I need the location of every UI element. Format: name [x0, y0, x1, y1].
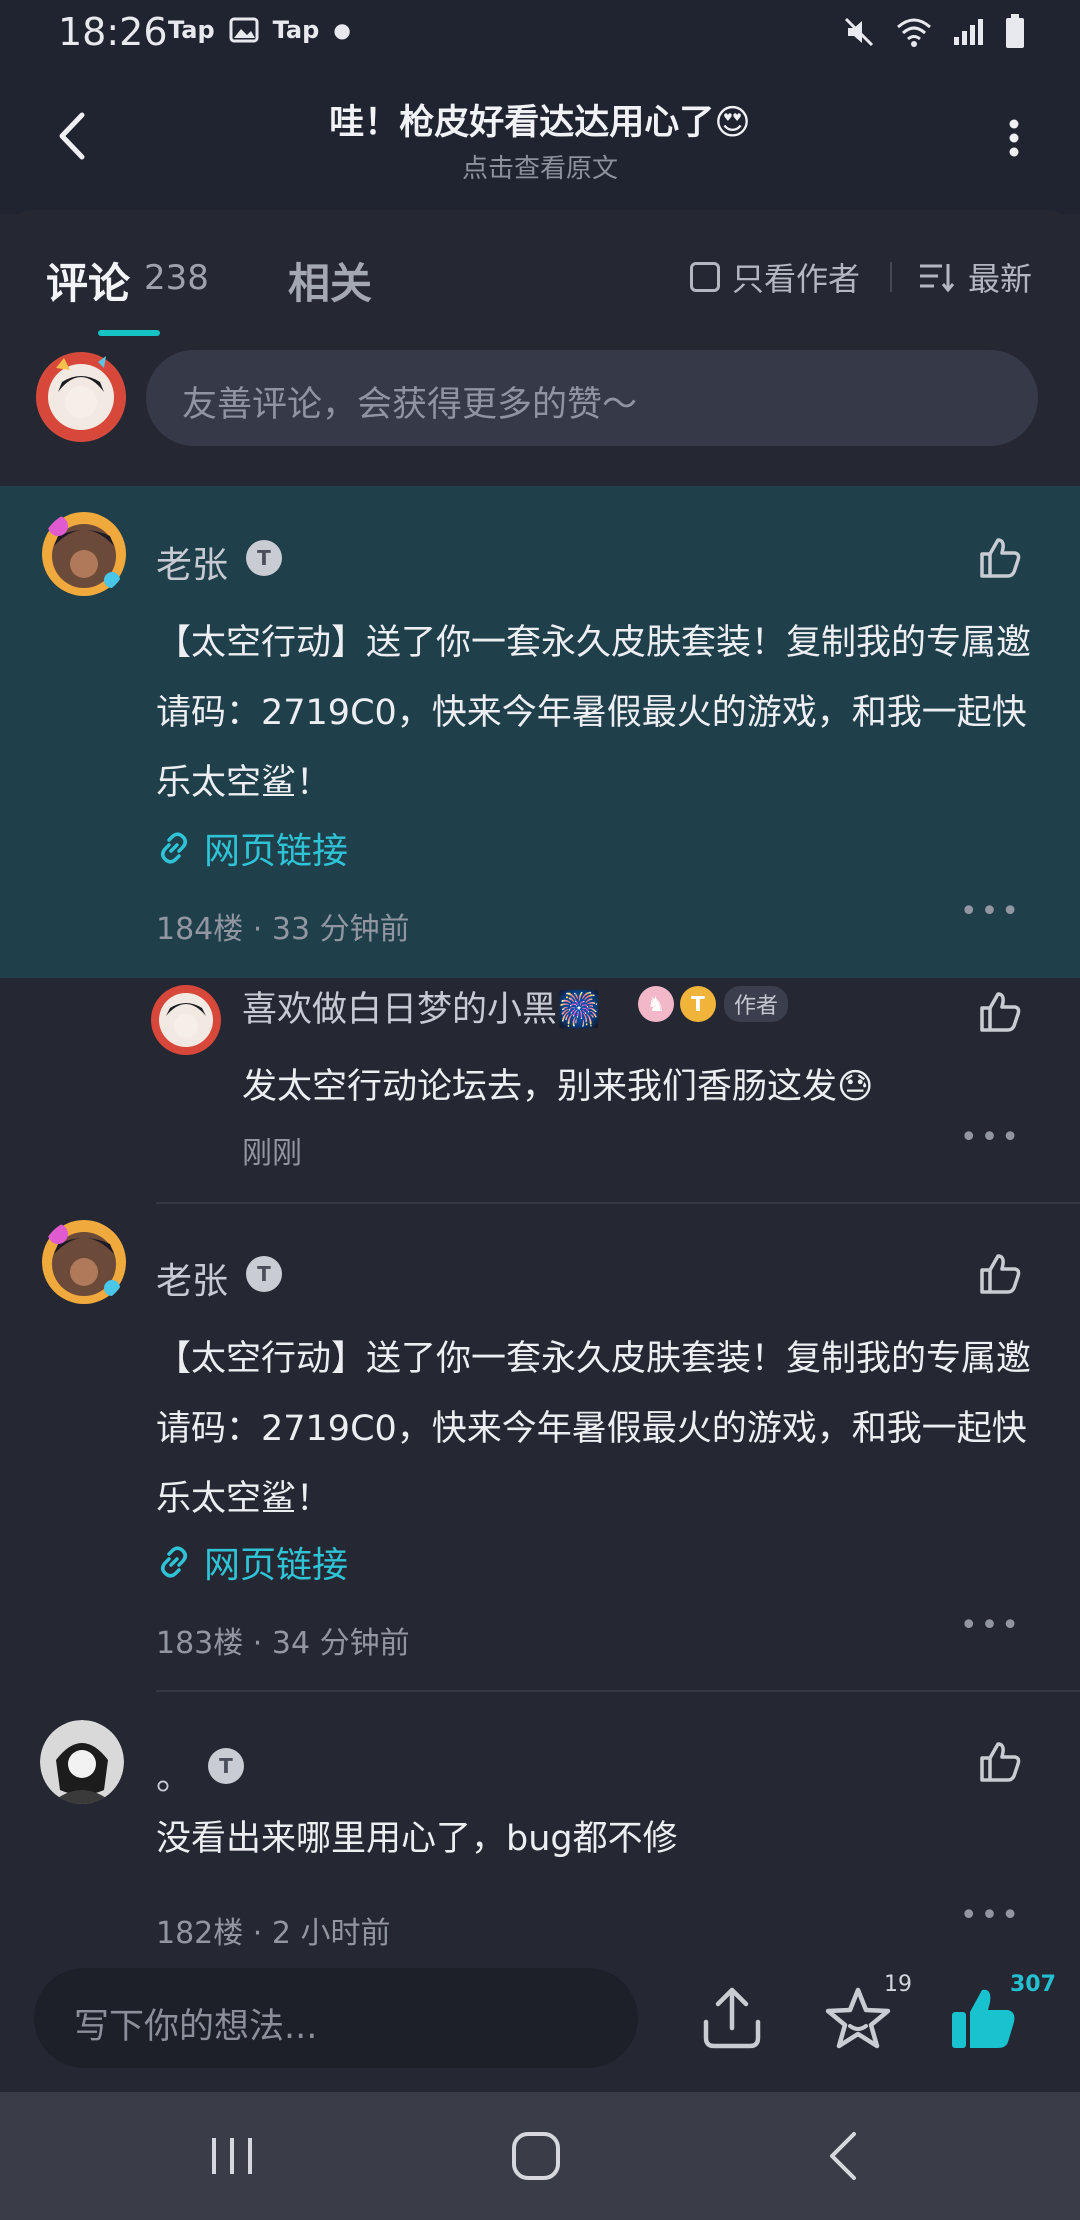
comment-more-button[interactable]: •••	[960, 894, 1022, 929]
back-icon	[59, 112, 85, 160]
home-icon[interactable]	[506, 2126, 566, 2186]
sort-label: 最新	[968, 260, 1033, 298]
avatar[interactable]	[40, 1720, 124, 1804]
like-count: 307	[1010, 1972, 1056, 1997]
active-tab-indicator	[98, 330, 160, 336]
comment-item[interactable]: 老张 T 【太空行动】送了你一套永久皮肤套装！复制我的专属邀请码：2719C0，…	[0, 1204, 1080, 1692]
username[interactable]: 老张	[156, 1252, 228, 1304]
web-link-label: 网页链接	[204, 831, 349, 872]
username[interactable]: 。	[156, 1748, 192, 1800]
comment-text: 【太空行动】送了你一套永久皮肤套装！复制我的专属邀请码：2719C0，快来今年暑…	[156, 1339, 1032, 1519]
my-avatar[interactable]	[36, 352, 126, 442]
link-icon	[161, 1546, 187, 1578]
status-bar: 18:26 Tap Tap ●	[0, 0, 1080, 64]
favorite-count: 19	[884, 1972, 912, 1997]
like-icon[interactable]	[976, 988, 1024, 1036]
web-link-label: 网页链接	[204, 1545, 349, 1586]
bottom-action-bar: 写下你的想法... 19 307	[0, 1952, 1080, 2090]
level-badge: T	[208, 1748, 244, 1784]
comment-item[interactable]: 。 T 没看出来哪里用心了，bug都不修 182楼 · 2 小时前 •••	[0, 1692, 1080, 1952]
wifi-icon	[897, 18, 931, 47]
reply-input[interactable]: 写下你的想法...	[34, 1968, 638, 2068]
status-time: 18:26	[58, 10, 168, 54]
sort-icon	[920, 264, 955, 293]
post-comments-page: 18:26 Tap Tap ● 哇！枪皮好看达达用心了😍 点击查看原文 评论 2…	[0, 0, 1080, 2220]
status-notification-icons: Tap Tap ●	[168, 16, 351, 44]
reply-text: 发太空行动论坛去，别来我们香肠这发😓	[242, 1067, 874, 1107]
reply-avatar[interactable]	[150, 984, 222, 1056]
system-status-icons	[842, 14, 1026, 50]
reply-input-placeholder: 写下你的想法...	[74, 2007, 318, 2047]
avatar[interactable]	[40, 1218, 128, 1306]
dot-icon: ●	[333, 18, 351, 42]
divider	[890, 262, 892, 292]
comment-more-button[interactable]: •••	[960, 1898, 1022, 1933]
comment-meta: 183楼 · 34 分钟前	[156, 1626, 410, 1661]
link-icon	[161, 832, 187, 864]
comment-input[interactable]: 友善评论，会获得更多的赞～	[146, 350, 1038, 446]
tab-comments[interactable]: 评论	[46, 250, 130, 311]
more-icon	[1009, 119, 1019, 157]
level-badge: T	[246, 1256, 282, 1292]
comment-item[interactable]: 老张 T 【太空行动】送了你一套永久皮肤套装！复制我的专属邀请码：2719C0，…	[0, 486, 1080, 978]
tab-related[interactable]: 相关	[288, 250, 372, 311]
web-link[interactable]: 网页链接	[156, 1536, 348, 1588]
system-navigation-bar	[0, 2092, 1080, 2220]
like-icon[interactable]	[976, 1738, 1024, 1786]
author-tag: 作者	[724, 986, 789, 1022]
tap-app-icon: Tap	[168, 16, 215, 44]
reply-item[interactable]: 喜欢做白日梦的小黑🎆 ♞ T 作者 发太空行动论坛去，别来我们香肠这发😓 刚刚 …	[0, 978, 1080, 1204]
comment-count: 238	[144, 258, 209, 298]
post-header: 哇！枪皮好看达达用心了😍 点击查看原文	[0, 64, 1080, 214]
image-icon	[229, 17, 259, 43]
comment-more-button[interactable]: •••	[960, 1608, 1022, 1643]
back-button[interactable]	[40, 104, 104, 168]
mute-icon	[844, 17, 874, 47]
tap-app-icon: Tap	[272, 16, 320, 44]
reply-more-button[interactable]: •••	[960, 1120, 1022, 1155]
comment-meta: 182楼 · 2 小时前	[156, 1916, 391, 1951]
avatar[interactable]	[40, 510, 128, 598]
signal-icon	[954, 19, 983, 45]
view-original-link[interactable]: 点击查看原文	[160, 148, 920, 185]
more-options-button[interactable]	[984, 108, 1044, 168]
reply-username[interactable]: 喜欢做白日梦的小黑🎆	[242, 981, 601, 1032]
recents-icon[interactable]	[204, 2126, 264, 2186]
post-title[interactable]: 哇！枪皮好看达达用心了😍	[160, 94, 920, 145]
reply-level-badge: T	[680, 986, 716, 1022]
comment-text: 【太空行动】送了你一套永久皮肤套装！复制我的专属邀请码：2719C0，快来今年暑…	[156, 623, 1032, 803]
battery-icon	[1006, 14, 1024, 48]
comment-meta: 184楼 · 33 分钟前	[156, 912, 410, 947]
author-only-label: 只看作者	[732, 260, 861, 298]
level-badge: T	[246, 540, 282, 576]
nav-back-icon[interactable]	[814, 2126, 874, 2186]
reply-badge-icon: ♞	[638, 986, 674, 1022]
author-only-checkbox[interactable]	[690, 262, 720, 292]
comment-section-header: 评论 238 相关 只看作者 最新 友善评论，会获得更多的赞～	[0, 210, 1080, 490]
comment-text: 没看出来哪里用心了，bug都不修	[156, 1819, 678, 1859]
web-link[interactable]: 网页链接	[156, 822, 348, 874]
author-only-toggle[interactable]: 只看作者	[690, 254, 860, 300]
reply-time: 刚刚	[242, 1136, 302, 1171]
username[interactable]: 老张	[156, 536, 228, 588]
comment-input-placeholder: 友善评论，会获得更多的赞～	[182, 385, 638, 425]
like-icon[interactable]	[976, 1250, 1024, 1298]
like-icon[interactable]	[976, 534, 1024, 582]
sort-button[interactable]: 最新	[918, 254, 1032, 300]
share-icon[interactable]	[696, 1982, 768, 2054]
